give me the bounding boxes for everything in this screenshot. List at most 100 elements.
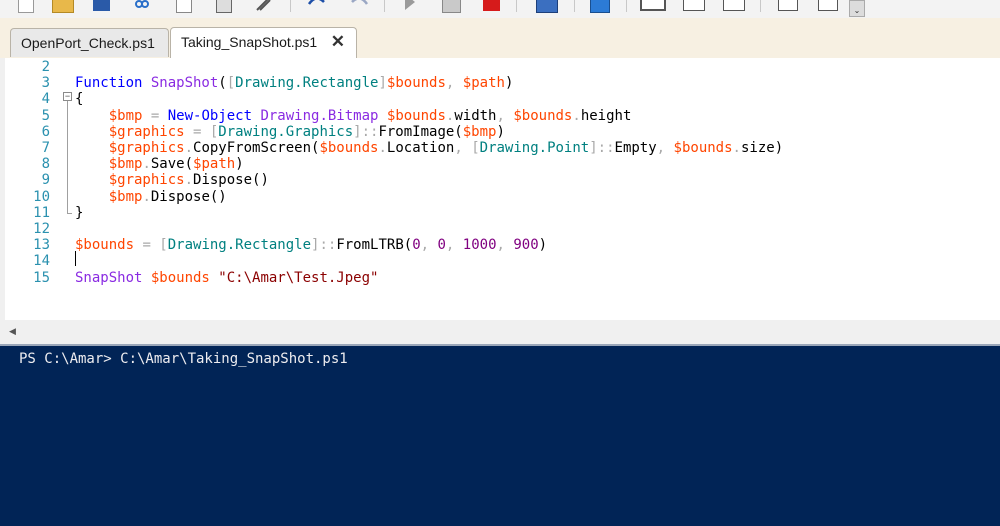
line-number: 14 (33, 253, 50, 270)
code-token: . (142, 156, 151, 173)
code-line: $bmp = New-Object Drawing.Bitmap $bounds… (75, 107, 632, 124)
code-token: , [ (454, 140, 480, 156)
code-token: ]:: (311, 237, 337, 254)
code-token: [ (226, 75, 236, 92)
code-token: ]:: (589, 140, 615, 156)
code-token: . (732, 140, 741, 156)
code-token: = [ (134, 237, 168, 254)
code-token: New-Object (167, 107, 261, 124)
script-editor[interactable]: 2 3 Function SnapShot([Drawing.Rectangle]$… (0, 58, 1000, 320)
code-token: , (496, 237, 514, 254)
code-token: = (142, 107, 168, 124)
toolbar-separator (384, 0, 385, 12)
scroll-left-icon[interactable]: ◀ (9, 326, 16, 337)
editor-horizontal-scrollbar[interactable]: ◀ (0, 320, 1000, 344)
code-token: size) (740, 140, 784, 156)
toolbar-separator (760, 0, 761, 12)
save-icon[interactable] (93, 0, 110, 11)
fold-guide (67, 101, 68, 213)
code-token: { (75, 91, 84, 108)
stop-icon[interactable] (483, 0, 500, 11)
code-token: $bounds (513, 107, 573, 124)
code-token: $bmp (108, 107, 143, 124)
code-token: , (445, 75, 463, 92)
code-token: . (142, 188, 151, 205)
tab-label: OpenPort_Check.ps1 (21, 35, 155, 51)
code-token: ) (538, 237, 548, 254)
code-token: Dispose() (150, 188, 227, 205)
code-token: Function (75, 75, 151, 92)
code-token: , (496, 107, 514, 124)
line-number: 10 (33, 188, 50, 205)
close-icon[interactable]: ✕ (331, 28, 345, 56)
code-token: 1000 (462, 237, 497, 254)
code-token: ) (496, 123, 505, 140)
code-token: , (656, 140, 674, 156)
code-token: $path (462, 75, 505, 92)
code-line: $bounds = [Drawing.Rectangle]::FromLTRB(… (75, 237, 547, 253)
code-token: ] (378, 75, 387, 92)
tab-openport-check[interactable]: OpenPort_Check.ps1 (10, 28, 169, 57)
layout-right-icon[interactable] (683, 0, 705, 11)
console-pane[interactable]: PS C:\Amar> C:\Amar\Taking_SnapShot.ps1 (0, 344, 1000, 526)
code-token: Empty (614, 140, 657, 156)
line-number: 6 (41, 123, 50, 140)
code-token: $bounds (386, 107, 446, 124)
code-token: . (572, 107, 581, 124)
code-token: $bounds (75, 237, 135, 254)
more-icon[interactable]: ⌄ (849, 0, 865, 17)
tab-taking-snapshot[interactable]: Taking_SnapShot.ps1 ✕ (170, 27, 357, 58)
code-token: CopyFromScreen( (193, 140, 320, 156)
fold-guide-end (67, 213, 72, 214)
code-token: Dispose() (193, 172, 269, 189)
line-number: 12 (33, 221, 50, 237)
code-token: $bounds (386, 75, 446, 92)
text-caret (75, 251, 76, 266)
redo-icon[interactable] (348, 0, 370, 11)
code-token: Drawing.Graphics (218, 123, 354, 140)
open-icon[interactable] (52, 0, 74, 13)
code-line: $graphics.Dispose() (75, 172, 269, 188)
run-selection-icon[interactable] (442, 0, 461, 13)
code-token: height (580, 107, 632, 124)
code-token: ]:: (353, 123, 379, 140)
code-token: , (420, 237, 438, 254)
remote-icon[interactable] (536, 0, 558, 13)
undo-icon[interactable] (306, 0, 328, 11)
copy-icon[interactable] (176, 0, 192, 13)
code-token: FromImage( (378, 123, 463, 140)
new-icon[interactable] (18, 0, 34, 13)
show-commands-icon[interactable] (818, 0, 838, 11)
code-line: } (75, 205, 83, 221)
cut-icon[interactable] (135, 0, 149, 11)
code-token: "C:\Amar\Test.Jpeg" (218, 269, 379, 286)
code-token: $graphics (108, 123, 185, 140)
line-number: 5 (41, 107, 50, 124)
tab-label: Taking_SnapShot.ps1 (181, 34, 318, 50)
code-line: { (75, 91, 83, 107)
code-token: = [ (184, 123, 219, 140)
code-line: $graphics = [Drawing.Graphics]::FromImag… (75, 124, 505, 140)
clear-icon[interactable] (255, 0, 272, 11)
paste-icon[interactable] (216, 0, 232, 13)
toolbar-separator (574, 0, 575, 12)
code-token: ( (218, 75, 227, 92)
layout-top-icon[interactable] (640, 0, 666, 11)
start-powershell-icon[interactable] (590, 0, 610, 13)
code-token: 900 (513, 237, 539, 254)
code-line: $bmp.Save($path) (75, 156, 244, 172)
line-number: 4 (41, 91, 50, 108)
code-token: Drawing.Point (479, 140, 590, 156)
code-token: Drawing.Rectangle (167, 237, 312, 254)
code-token: . (184, 140, 194, 156)
toolbar-separator (290, 0, 291, 12)
code-token: $graphics (108, 140, 185, 156)
show-script-icon[interactable] (778, 0, 798, 11)
run-icon[interactable] (403, 0, 417, 11)
layout-max-icon[interactable] (723, 0, 745, 11)
fold-toggle-icon[interactable]: − (63, 92, 72, 101)
code-token: } (75, 204, 84, 221)
